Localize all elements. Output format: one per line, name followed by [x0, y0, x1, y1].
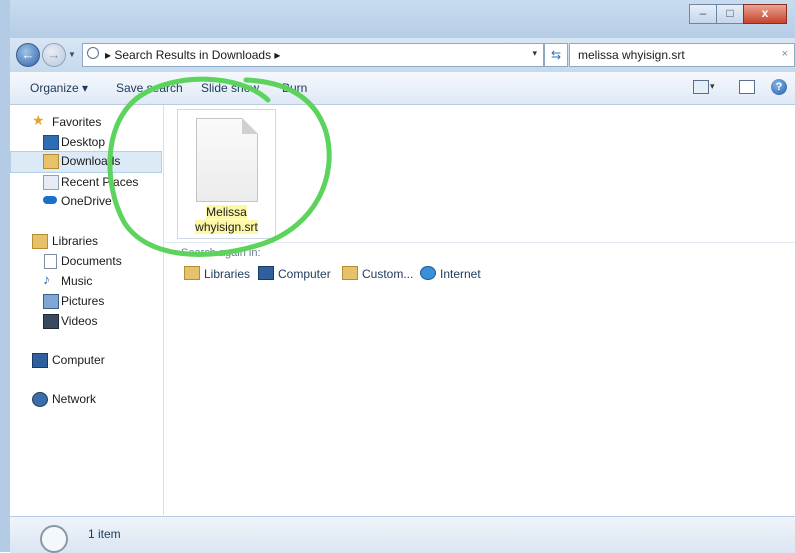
pictures-icon — [43, 294, 59, 309]
search-magnifier-icon — [40, 525, 68, 553]
status-bar: 1 item — [10, 516, 795, 553]
libraries-icon — [32, 234, 48, 249]
search-again-internet-label: Internet — [440, 267, 481, 281]
onedrive-cloud-icon — [43, 196, 57, 204]
nav-music[interactable]: ♪ Music — [10, 271, 160, 291]
navigation-pane: ★ Favorites Desktop Downloads Recent Pla… — [10, 105, 164, 515]
nav-pictures[interactable]: Pictures — [10, 291, 160, 311]
slide-show-button[interactable]: Slide show — [201, 81, 259, 95]
address-row: ← → ▼ ▸ Search Results in Downloads ▸ ▾ … — [10, 38, 795, 72]
nav-network[interactable]: Network — [10, 389, 160, 409]
search-input[interactable]: melissa whyisign.srt × — [569, 43, 795, 67]
nav-computer-label: Computer — [52, 353, 105, 367]
nav-documents-label: Documents — [61, 254, 122, 268]
window-left-border — [0, 0, 10, 552]
breadcrumb[interactable]: ▸ Search Results in Downloads ▸ — [105, 48, 280, 62]
nav-downloads[interactable]: Downloads — [10, 151, 162, 173]
maximize-icon: □ — [726, 6, 734, 20]
minimize-button[interactable]: – — [689, 4, 717, 24]
search-again-libraries[interactable]: Libraries — [184, 266, 250, 281]
nav-videos-label: Videos — [61, 314, 98, 328]
save-search-button[interactable]: Save search — [116, 81, 183, 95]
address-bar[interactable]: ▸ Search Results in Downloads ▸ ▾ — [82, 43, 544, 67]
refresh-button[interactable]: ⇆ — [544, 43, 568, 67]
document-file-icon — [196, 118, 258, 202]
libraries-icon — [184, 266, 200, 280]
search-location-icon — [87, 47, 99, 59]
nav-favorites[interactable]: ★ Favorites — [10, 112, 160, 132]
nav-recent-places[interactable]: Recent Places — [10, 172, 160, 192]
file-name-line2: whyisign.srt — [195, 220, 258, 234]
file-name-line1: Melissa — [206, 205, 247, 219]
title-bar: – □ x — [0, 0, 795, 38]
nav-libraries-label: Libraries — [52, 234, 99, 248]
computer-icon — [32, 353, 48, 368]
search-again-custom[interactable]: Custom... — [342, 266, 413, 281]
desktop-icon — [43, 135, 59, 150]
nav-computer[interactable]: Computer — [10, 350, 160, 370]
nav-desktop[interactable]: Desktop — [10, 132, 160, 152]
search-value: melissa whyisign.srt — [578, 48, 685, 62]
burn-button[interactable]: Burn — [282, 81, 307, 95]
documents-icon — [44, 254, 57, 269]
star-icon: ★ — [32, 112, 45, 128]
custom-folder-icon — [342, 266, 358, 280]
forward-arrow-icon: → — [47, 47, 61, 62]
close-button[interactable]: x — [743, 4, 787, 24]
downloads-folder-icon — [43, 154, 59, 169]
search-again-libraries-label: Libraries — [204, 267, 251, 281]
nav-videos[interactable]: Videos — [10, 311, 160, 331]
minimize-icon: – — [699, 6, 707, 20]
nav-music-label: Music — [61, 274, 93, 288]
command-bar: Organize ▾ Save search Slide show Burn ▾… — [10, 72, 795, 105]
forward-button[interactable]: → — [42, 43, 66, 67]
search-again-label: Search again in: — [181, 247, 261, 259]
search-again-custom-label: Custom... — [362, 267, 414, 281]
file-item[interactable]: Melissa whyisign.srt — [177, 109, 276, 239]
search-again-internet[interactable]: Internet — [420, 266, 481, 281]
item-count: 1 item — [88, 527, 121, 541]
address-dropdown-icon[interactable]: ▾ — [532, 48, 537, 59]
nav-desktop-label: Desktop — [61, 135, 106, 149]
nav-libraries[interactable]: Libraries — [10, 231, 160, 251]
nav-onedrive[interactable]: OneDrive — [10, 191, 160, 211]
videos-icon — [43, 314, 59, 329]
view-dropdown-icon[interactable]: ▾ — [710, 81, 715, 92]
computer-icon — [258, 266, 274, 280]
back-arrow-icon: ← — [21, 47, 35, 62]
search-again-computer[interactable]: Computer — [258, 266, 331, 281]
preview-pane-icon[interactable] — [739, 80, 755, 94]
nav-network-label: Network — [52, 392, 97, 406]
file-list: Melissa whyisign.srt Search again in: Li… — [164, 105, 795, 515]
network-icon — [32, 392, 48, 407]
change-view-icon[interactable] — [693, 80, 709, 94]
internet-globe-icon — [420, 266, 436, 280]
close-icon: x — [761, 6, 769, 20]
music-note-icon: ♪ — [43, 271, 50, 287]
nav-recent-places-label: Recent Places — [61, 175, 139, 189]
file-name: Melissa whyisign.srt — [178, 205, 275, 235]
help-icon[interactable]: ? — [771, 79, 787, 95]
search-again-section: Search again in: — [164, 242, 795, 263]
nav-downloads-label: Downloads — [61, 154, 121, 168]
recent-places-icon — [43, 175, 59, 190]
maximize-button[interactable]: □ — [716, 4, 744, 24]
nav-documents[interactable]: Documents — [10, 251, 160, 271]
clear-search-icon[interactable]: × — [782, 48, 788, 60]
back-button[interactable]: ← — [16, 43, 40, 67]
nav-pictures-label: Pictures — [61, 294, 105, 308]
nav-onedrive-label: OneDrive — [61, 194, 112, 208]
history-dropdown-icon[interactable]: ▼ — [68, 50, 76, 59]
search-again-computer-label: Computer — [278, 267, 331, 281]
organize-button[interactable]: Organize ▾ — [30, 81, 88, 95]
window-controls: – □ x — [689, 4, 787, 24]
nav-favorites-label: Favorites — [52, 115, 102, 129]
